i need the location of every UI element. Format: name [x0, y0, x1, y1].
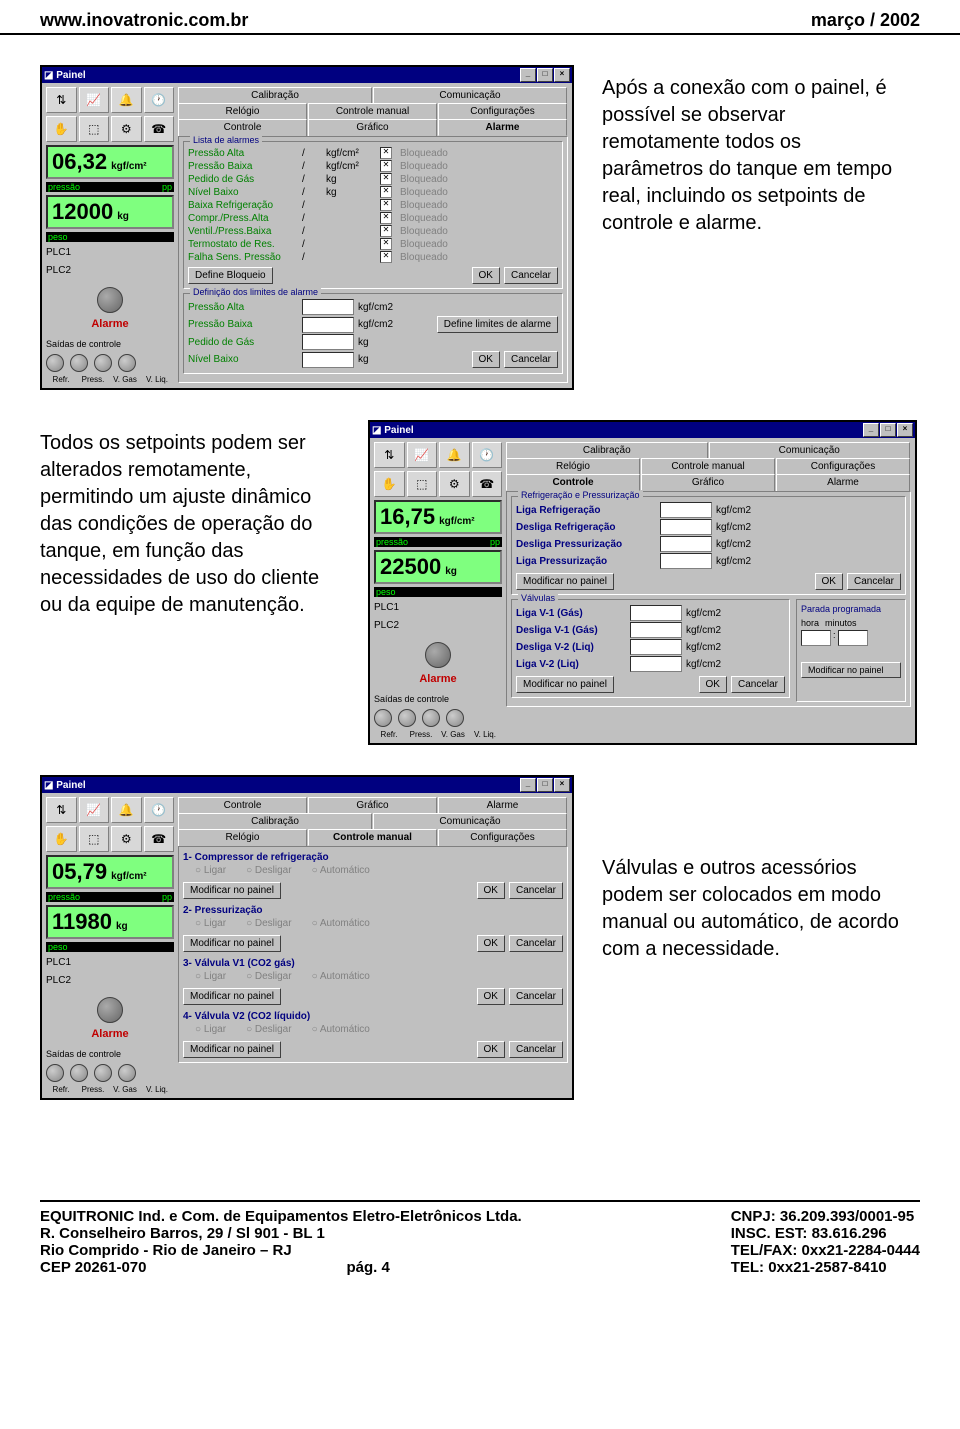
header-date: março / 2002 — [811, 10, 920, 31]
footer-company: EQUITRONIC Ind. e Com. de Equipamentos E… — [40, 1208, 522, 1225]
panel-window-1: ◪ Painel _□× ⇅📈🔔🕐 ✋⬚⚙☎ 06,32kgf/cm² pres… — [40, 65, 574, 390]
icon-clock[interactable]: 🕐 — [144, 87, 175, 113]
page-number: pág. 4 — [346, 1259, 389, 1276]
maximize-icon[interactable]: □ — [537, 68, 553, 82]
alarm-led — [97, 287, 123, 313]
caption-1: Após a conexão com o painel, é possível … — [602, 65, 902, 237]
tab-config[interactable]: Configurações — [438, 103, 567, 119]
maximize-icon[interactable]: □ — [880, 423, 896, 437]
tab-alarme[interactable]: Alarme — [438, 119, 567, 136]
panel-window-3: ◪ Painel _□× ⇅📈🔔🕐 ✋⬚⚙☎ 05,79kgf/cm² pres… — [40, 775, 574, 1100]
minimize-icon[interactable]: _ — [520, 68, 536, 82]
tab-calib[interactable]: Calibração — [178, 87, 372, 103]
tab-controle-manual[interactable]: Controle manual — [308, 829, 437, 846]
minimize-icon[interactable]: _ — [520, 778, 536, 792]
tab-relogio[interactable]: Relógio — [178, 103, 307, 119]
close-icon[interactable]: × — [554, 68, 570, 82]
window-title: Painel — [56, 70, 85, 81]
icon-hand[interactable]: ✋ — [46, 116, 77, 142]
tab-graf[interactable]: Gráfico — [308, 119, 437, 136]
icon-bell[interactable]: 🔔 — [111, 87, 142, 113]
minimize-icon[interactable]: _ — [863, 423, 879, 437]
caption-3: Válvulas e outros acessórios podem ser c… — [602, 775, 902, 963]
icon-cal[interactable]: ⬚ — [79, 116, 110, 142]
pressure-value: 06,32 — [52, 149, 107, 175]
btn-bloqueio[interactable]: Define Bloqueio — [188, 267, 273, 284]
weight-value: 12000 — [52, 199, 113, 225]
tab-ctrl[interactable]: Controle — [178, 119, 307, 136]
maximize-icon[interactable]: □ — [537, 778, 553, 792]
icon-phone[interactable]: ☎ — [144, 116, 175, 142]
icon-gear[interactable]: ⚙ — [111, 116, 142, 142]
caption-2: Todos os setpoints podem ser alterados r… — [40, 420, 340, 619]
tab-cman[interactable]: Controle manual — [308, 103, 437, 119]
close-icon[interactable]: × — [554, 778, 570, 792]
header-url: www.inovatronic.com.br — [40, 10, 248, 31]
icon-graph[interactable]: 📈 — [79, 87, 110, 113]
icon-pmax[interactable]: ⇅ — [46, 87, 77, 113]
panel-window-2: ◪ Painel _□× ⇅📈🔔🕐 ✋⬚⚙☎ 16,75kgf/cm² pres… — [368, 420, 917, 745]
tab-comun[interactable]: Comunicação — [373, 87, 567, 103]
close-icon[interactable]: × — [897, 423, 913, 437]
tab-controle[interactable]: Controle — [506, 474, 640, 491]
